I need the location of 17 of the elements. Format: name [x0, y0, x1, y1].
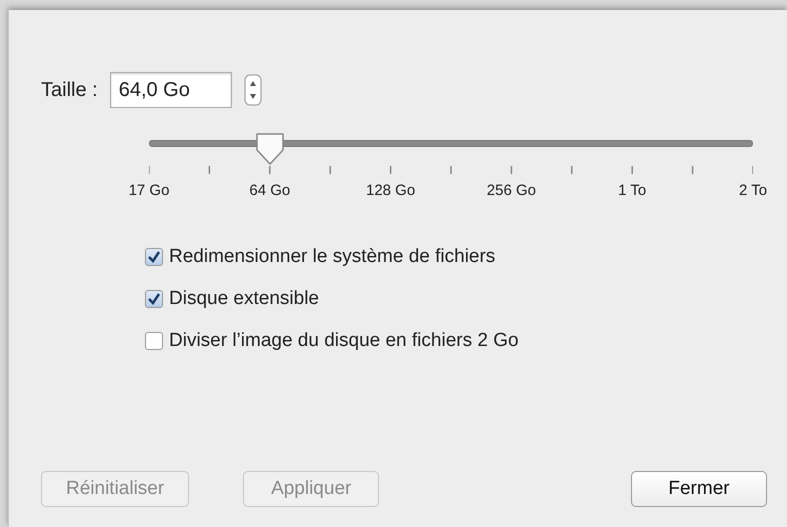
- stepper-icon[interactable]: [244, 74, 262, 106]
- checkbox[interactable]: [145, 290, 163, 308]
- checkbox[interactable]: [145, 248, 163, 266]
- tick-label: 1 To: [618, 182, 646, 199]
- tick-label: 17 Go: [128, 182, 170, 199]
- checkbox-label: Diviser l’image du disque en fichiers 2 Go: [169, 330, 519, 352]
- slider-thumb[interactable]: [254, 132, 286, 166]
- tick-label: 2 To: [738, 182, 768, 199]
- size-label: Taille :: [41, 78, 98, 102]
- checkbox[interactable]: [145, 332, 163, 350]
- checkbox-label: Redimensionner le système de fichiers: [169, 246, 496, 268]
- dialog-button[interactable]: Fermer: [631, 471, 767, 507]
- tick-label: 64 Go: [249, 182, 290, 199]
- size-field[interactable]: 64,0 Go: [110, 72, 232, 108]
- tick-label: 128 Go: [366, 182, 416, 199]
- checkbox-label: Disque extensible: [169, 288, 319, 310]
- tick-label: 256 Go: [486, 182, 536, 199]
